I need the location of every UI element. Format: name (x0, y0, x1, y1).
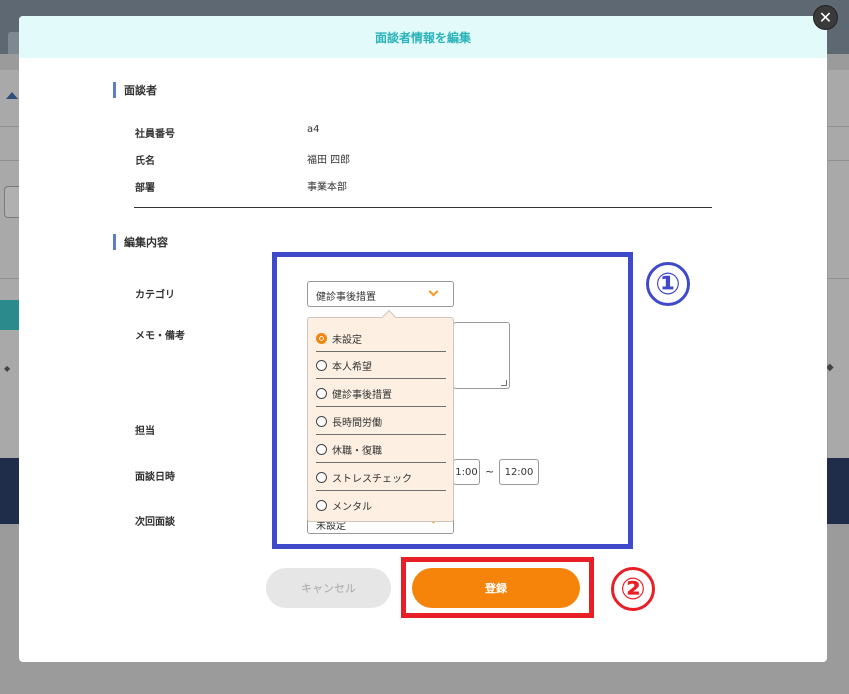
employee-no-value: a4 (307, 124, 320, 135)
department-label: 部署 (135, 183, 155, 194)
background-divider (0, 160, 20, 161)
background-teal-button (0, 300, 20, 330)
category-label: カテゴリ (135, 290, 175, 301)
section-accent-bar (113, 82, 116, 98)
datetime-label: 面談日時 (135, 472, 175, 483)
interviewee-section-header: 面談者 (113, 82, 157, 98)
close-glyph: ✕ (818, 8, 833, 27)
sort-icon: ◆ (826, 362, 834, 373)
name-label: 氏名 (135, 156, 155, 167)
background-input (4, 186, 20, 218)
employee-no-label: 社員番号 (135, 129, 175, 140)
background-divider (828, 278, 849, 279)
annotation-highlight-box-1 (272, 252, 633, 549)
annotation-number-2: ② (611, 567, 655, 611)
sort-icon: ◆ (4, 364, 11, 373)
name-value: 福田 四郎 (307, 155, 351, 166)
edit-section-header: 編集内容 (113, 234, 168, 250)
modal-header: 面談者情報を編集 (19, 16, 827, 58)
cancel-button[interactable]: キャンセル (266, 568, 391, 608)
edit-section-title: 編集内容 (124, 236, 168, 249)
section-divider (134, 207, 712, 208)
assignee-label: 担当 (135, 426, 155, 437)
interviewee-section-title: 面談者 (124, 84, 157, 97)
background-divider (0, 278, 20, 279)
next-interview-label: 次回面談 (135, 517, 175, 528)
modal-title: 面談者情報を編集 (374, 30, 471, 45)
section-accent-bar (113, 234, 116, 250)
background-divider (0, 126, 20, 127)
memo-label: メモ・備考 (135, 331, 185, 342)
annotation-highlight-box-2 (401, 557, 594, 618)
background-divider (828, 160, 849, 161)
background-divider (828, 126, 849, 127)
collapse-arrow-icon (6, 92, 18, 99)
background-panel-left (0, 70, 20, 458)
background-panel-right (828, 70, 849, 458)
department-value: 事業本部 (307, 182, 347, 193)
close-icon[interactable]: ✕ (813, 5, 838, 30)
annotation-number-1: ① (646, 262, 690, 306)
